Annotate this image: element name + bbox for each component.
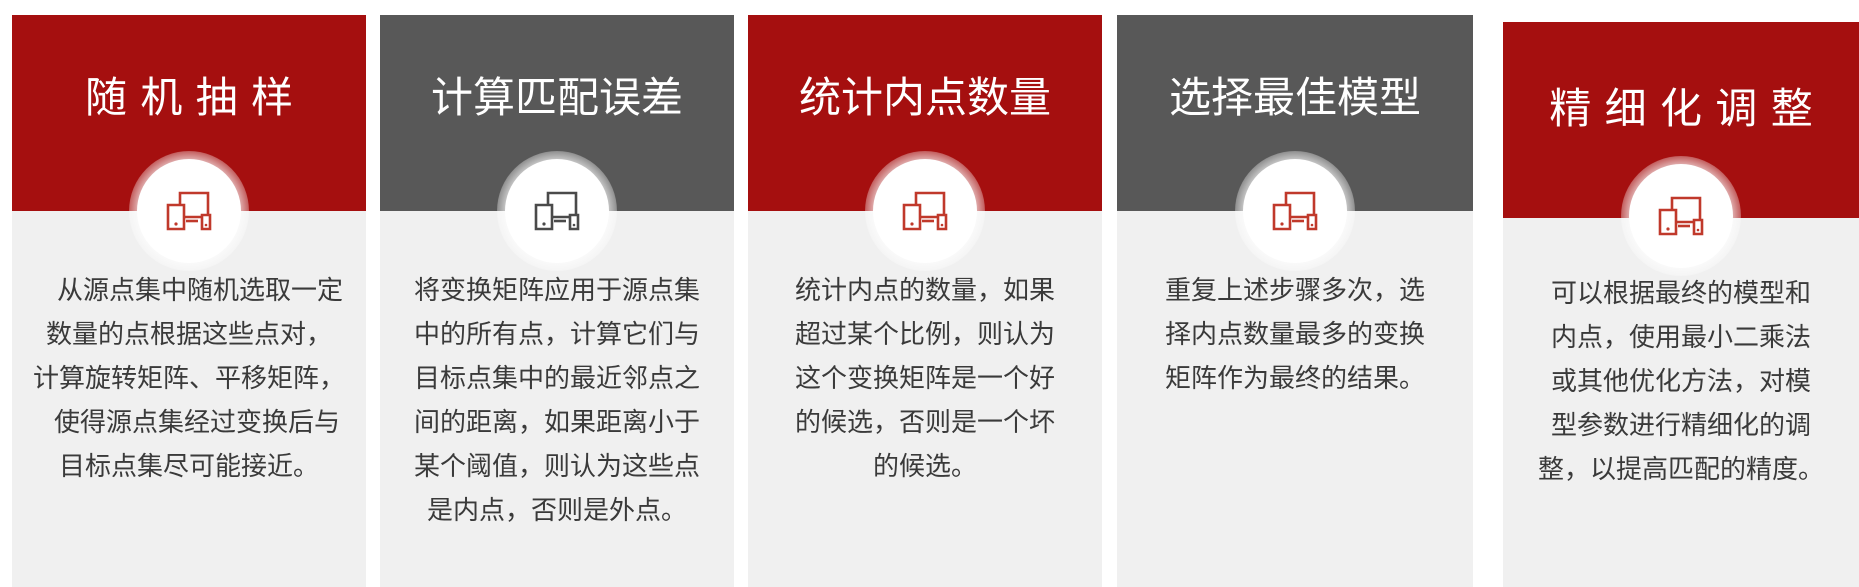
step-title: 计算匹配误差 bbox=[430, 73, 683, 122]
step-description: 可以根据最终的模型和 内点，使用最小二乘法 或其他优化方法，对模 型参数进行精细… bbox=[1537, 279, 1824, 485]
step-description: 统计内点的数量，如果 超过某个比例，则认为 这个变换矩阵是一个好 的候选，否则是… bbox=[794, 276, 1055, 482]
icon-badge bbox=[865, 151, 985, 271]
devices-icon bbox=[1272, 191, 1318, 231]
step-card-random-sampling: 随 机 抽 样 从源点集中随机选取一定 数量的点根据这些点对， 计算旋转矩阵、平… bbox=[12, 15, 366, 587]
step-card-fine-tuning: 精 细 化 调 整 可以根据最终的模型和 内点，使用最小二乘法 或其他优化方法，… bbox=[1503, 22, 1859, 587]
step-card-count-inliers: 统计内点数量 统计内点的数量，如果 超过某个比例，则认为 这个变换矩阵是一个好 … bbox=[748, 15, 1102, 587]
icon-badge bbox=[1235, 151, 1355, 271]
step-title: 精 细 化 调 整 bbox=[1549, 84, 1813, 133]
step-card-compute-match-error: 计算匹配误差 将变换矩阵应用于源点集 中的所有点，计算它们与 目标点集中的最近邻… bbox=[380, 15, 734, 587]
devices-icon bbox=[534, 191, 580, 231]
step-description: 将变换矩阵应用于源点集 中的所有点，计算它们与 目标点集中的最近邻点之 间的距离… bbox=[413, 276, 700, 526]
devices-icon bbox=[166, 191, 212, 231]
icon-badge bbox=[129, 151, 249, 271]
step-description: 从源点集中随机选取一定 数量的点根据这些点对， 计算旋转矩阵、平移矩阵， 使得源… bbox=[32, 276, 345, 482]
step-title: 统计内点数量 bbox=[798, 73, 1051, 122]
icon-badge bbox=[497, 151, 617, 271]
process-steps-slide: 随 机 抽 样 从源点集中随机选取一定 数量的点根据这些点对， 计算旋转矩阵、平… bbox=[0, 0, 1859, 587]
step-title: 随 机 抽 样 bbox=[84, 73, 294, 122]
step-title: 选择最佳模型 bbox=[1168, 73, 1421, 122]
step-card-select-best-model: 选择最佳模型 重复上述步骤多次，选 择内点数量最多的变换 矩阵作为最终的结果。 bbox=[1117, 15, 1473, 587]
devices-icon bbox=[1658, 196, 1704, 236]
step-description: 重复上述步骤多次，选 择内点数量最多的变换 矩阵作为最终的结果。 bbox=[1164, 276, 1425, 394]
icon-badge bbox=[1621, 156, 1741, 276]
devices-icon bbox=[902, 191, 948, 231]
